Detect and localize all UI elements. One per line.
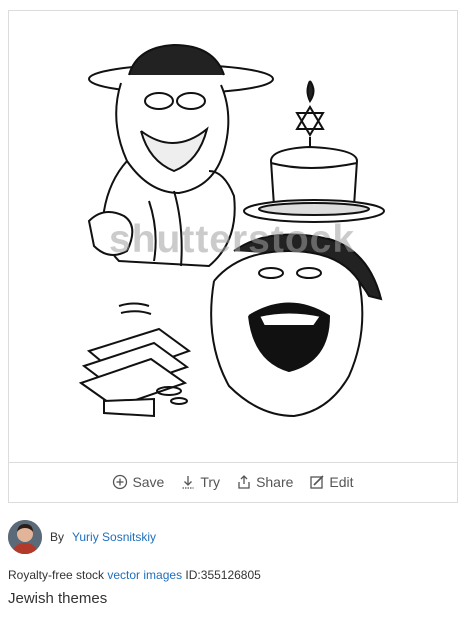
author-link[interactable]: Yuriy Sosnitskiy: [72, 530, 156, 544]
license-prefix: Royalty-free stock: [8, 568, 105, 582]
image-title: Jewish themes: [8, 590, 108, 607]
save-label: Save: [132, 474, 165, 490]
illustration-man-with-hat: [87, 43, 274, 268]
try-label: Try: [200, 474, 221, 490]
edit-label: Edit: [329, 474, 354, 490]
download-icon: [182, 476, 194, 489]
share-button[interactable]: Share: [236, 474, 293, 490]
author-row: By Yuriy Sosnitskiy: [8, 519, 156, 555]
stock-image[interactable]: shutterstock: [9, 11, 457, 463]
avatar-portrait-icon: [8, 520, 42, 554]
license-info: Royalty-free stock vector images ID:3551…: [8, 568, 261, 582]
license-link[interactable]: vector images: [107, 568, 182, 582]
try-button[interactable]: Try: [180, 474, 220, 490]
plus-circle-icon: [113, 474, 128, 490]
share-label: Share: [256, 474, 294, 490]
avatar[interactable]: [8, 520, 42, 554]
share-icon: [238, 475, 250, 489]
action-bar: Save Try Share Edit: [9, 462, 457, 502]
illustration-laughing-man: [210, 233, 383, 418]
license-id: 355126805: [200, 568, 261, 582]
illustration-money: [78, 302, 192, 418]
image-card: shutterstock Save Try Share Edit: [8, 10, 458, 503]
edit-icon: [310, 475, 324, 489]
license-id-label: ID:: [185, 568, 201, 582]
illustration: [78, 43, 385, 418]
edit-button[interactable]: Edit: [309, 474, 354, 490]
save-button[interactable]: Save: [112, 474, 164, 490]
illustration-cake: [243, 80, 385, 223]
author-prefix: By: [50, 530, 65, 544]
